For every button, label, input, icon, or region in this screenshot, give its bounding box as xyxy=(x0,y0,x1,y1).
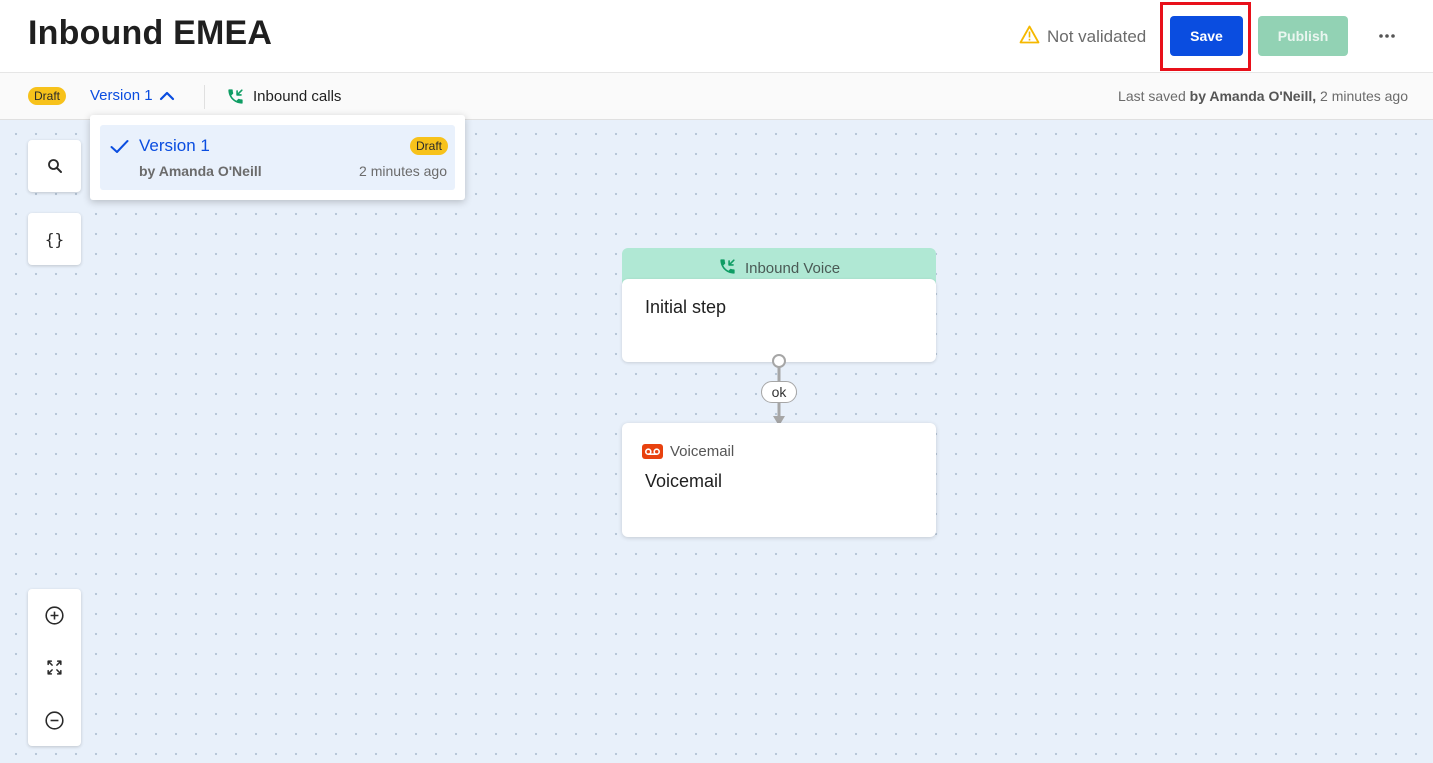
more-horizontal-icon xyxy=(1379,34,1395,38)
start-node-type: Inbound Voice xyxy=(744,259,841,277)
version-option-time: 2 minutes ago xyxy=(359,163,447,179)
voicemail-icon xyxy=(642,444,663,459)
edge-label-ok[interactable]: ok xyxy=(761,381,797,403)
version-option[interactable]: Version 1 Draft by Amanda O'Neill 2 minu… xyxy=(100,125,455,190)
version-selector[interactable]: Version 1 xyxy=(90,87,175,104)
check-icon xyxy=(110,140,129,153)
chevron-up-icon xyxy=(159,91,174,100)
zoom-in-icon xyxy=(45,605,64,625)
search-button[interactable] xyxy=(28,140,81,192)
inbound-call-icon xyxy=(228,89,243,104)
channel-label: Inbound calls xyxy=(253,88,342,105)
last-saved-author: by Amanda O'Neill, xyxy=(1189,88,1317,104)
voicemail-node[interactable]: Voicemail Voicemail xyxy=(622,423,936,537)
search-icon xyxy=(47,159,62,173)
last-saved-time: 2 minutes ago xyxy=(1320,88,1408,104)
divider xyxy=(204,85,205,109)
voicemail-node-title: Voicemail xyxy=(645,471,723,491)
start-node[interactable]: Inbound Voice Initial step xyxy=(622,248,936,362)
zoom-out-button[interactable] xyxy=(28,694,81,746)
curly-braces-icon: {} xyxy=(44,229,65,249)
flow-info-bar: Draft Version 1 Inbound calls Last saved… xyxy=(0,73,1433,120)
zoom-in-button[interactable] xyxy=(28,589,81,641)
inbound-call-icon xyxy=(720,258,735,274)
more-options-button[interactable] xyxy=(1372,22,1402,50)
warning-icon xyxy=(1019,25,1040,49)
last-saved-info: Last saved by Amanda O'Neill, 2 minutes … xyxy=(1118,88,1408,104)
version-label: Version 1 xyxy=(90,87,153,104)
validation-text: Not validated xyxy=(1047,27,1147,46)
page-header: Inbound EMEA Not validated Save Publish xyxy=(0,0,1433,73)
version-dropdown: Version 1 Draft by Amanda O'Neill 2 minu… xyxy=(90,115,465,200)
flow-canvas[interactable]: {} Inbound Voice Initial step ok Voicema… xyxy=(0,120,1433,763)
zoom-controls xyxy=(28,589,81,746)
save-button[interactable]: Save xyxy=(1170,16,1243,56)
voicemail-node-type: Voicemail xyxy=(642,443,734,460)
version-option-badge: Draft xyxy=(409,137,448,155)
publish-button[interactable]: Publish xyxy=(1258,16,1348,56)
validation-status: Not validated xyxy=(1019,25,1146,49)
start-node-body: Initial step xyxy=(622,279,936,362)
zoom-out-icon xyxy=(45,710,64,730)
variables-button[interactable]: {} xyxy=(28,213,81,265)
fit-screen-button[interactable] xyxy=(28,641,81,693)
version-option-author: by Amanda O'Neill xyxy=(139,163,262,179)
channel-info: Inbound calls xyxy=(226,87,341,106)
voicemail-type-label: Voicemail xyxy=(670,443,735,460)
fit-screen-icon xyxy=(47,659,62,675)
start-node-title: Initial step xyxy=(645,297,727,317)
status-badge: Draft xyxy=(28,87,67,105)
page-title: Inbound EMEA xyxy=(28,14,273,52)
version-option-name: Version 1 xyxy=(139,136,210,155)
last-saved-prefix: Last saved xyxy=(1118,88,1186,104)
